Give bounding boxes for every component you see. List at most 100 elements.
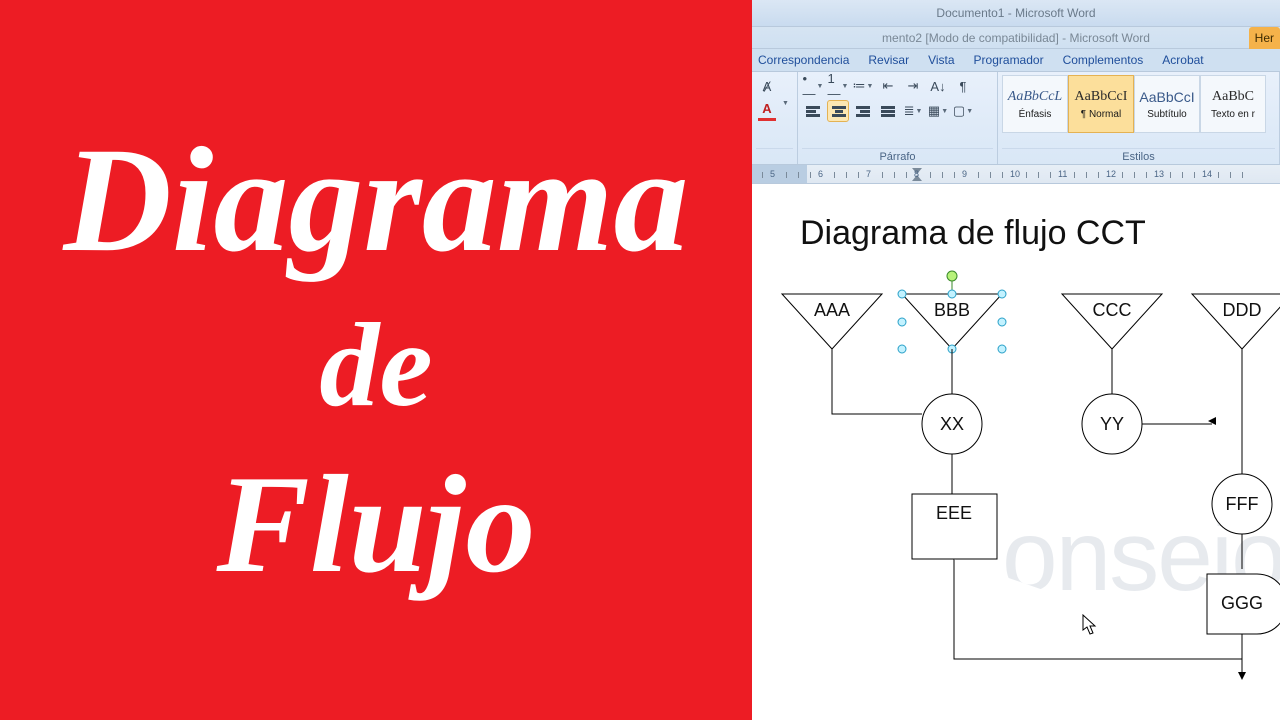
svg-text:DDD: DDD (1223, 300, 1262, 320)
borders-button[interactable]: ▢▼ (952, 100, 974, 122)
sort-icon: A↓ (930, 79, 945, 94)
shape-fff[interactable]: FFF (1212, 474, 1272, 534)
dropdown-arrow-icon[interactable]: ▼ (782, 100, 789, 122)
connector[interactable] (954, 559, 1242, 659)
justify-icon (881, 105, 895, 118)
ruler-tick: 8 (914, 169, 919, 181)
borders-icon: ▢ (953, 103, 965, 119)
style-texto[interactable]: AaBbC Texto en r (1200, 75, 1266, 133)
arrowhead-icon (1238, 672, 1246, 680)
style-preview: AaBbCcI (1075, 89, 1128, 105)
resize-handle[interactable] (998, 290, 1006, 298)
style-name: Texto en r (1211, 109, 1255, 120)
title-line-2: de (319, 305, 432, 425)
style-name: Subtítulo (1147, 109, 1186, 120)
shading-button[interactable]: ▦▼ (927, 100, 949, 122)
style-enfasis[interactable]: AaBbCcL Énfasis (1002, 75, 1068, 133)
eraser-icon: Ⱥ (763, 79, 772, 94)
ruler-tick: 5 (770, 169, 775, 181)
shape-ddd[interactable]: DDD (1192, 294, 1280, 349)
resize-handle[interactable] (998, 345, 1006, 353)
font-color-button[interactable]: A (756, 100, 778, 122)
style-normal[interactable]: AaBbCcI ¶ Normal (1068, 75, 1134, 133)
shape-bbb-selected[interactable]: BBB (898, 271, 1006, 353)
tab-programador[interactable]: Programador (974, 49, 1044, 71)
font-color-swatch (758, 118, 776, 121)
svg-text:BBB: BBB (934, 300, 970, 320)
group-font-partial: Ⱥ A ▼ (752, 72, 798, 164)
resize-handle[interactable] (898, 345, 906, 353)
multilevel-icon: ≔ (853, 78, 866, 94)
shape-xx[interactable]: XX (922, 394, 982, 454)
pilcrow-icon: ¶ (960, 79, 967, 94)
document-page[interactable]: onsejoWe Diagrama de flujo CCT AAA BBB (752, 184, 1280, 720)
ruler-tick: 14 (1202, 169, 1212, 181)
line-spacing-icon: ≣ (904, 103, 915, 119)
title-line-1: Diagrama (63, 125, 688, 275)
align-left-button[interactable] (802, 100, 824, 122)
font-color-icon: A (762, 101, 771, 116)
tab-correspondencia[interactable]: Correspondencia (758, 49, 849, 71)
align-right-button[interactable] (852, 100, 874, 122)
group-styles-label: Estilos (1002, 148, 1275, 164)
indent-icon: ⇥ (908, 78, 919, 94)
svg-text:EEE: EEE (936, 503, 972, 523)
contextual-tab-tools[interactable]: Her (1249, 27, 1280, 49)
bullets-button[interactable]: •—▼ (802, 75, 824, 97)
title-2-text: mento2 [Modo de compatibilidad] - Micros… (882, 31, 1150, 45)
connector[interactable] (832, 349, 922, 414)
ruler-tick: 11 (1058, 169, 1067, 181)
clear-formatting-button[interactable]: Ⱥ (756, 75, 778, 97)
shape-ggg[interactable]: GGG (1207, 574, 1280, 634)
justify-button[interactable] (877, 100, 899, 122)
indent-button[interactable]: ⇥ (902, 75, 924, 97)
document-heading[interactable]: Diagrama de flujo CCT (800, 214, 1280, 253)
horizontal-ruler[interactable]: 4567891011121314 (752, 164, 1280, 184)
group-paragraph: •—▼ 1—▼ ≔▼ ⇤ ⇥ A↓ ¶ ≣▼ ▦▼ (798, 72, 998, 164)
rotate-handle[interactable] (947, 271, 957, 281)
show-marks-button[interactable]: ¶ (952, 75, 974, 97)
tab-revisar[interactable]: Revisar (868, 49, 909, 71)
ruler-tick: 12 (1106, 169, 1116, 181)
resize-handle[interactable] (898, 290, 906, 298)
shape-aaa[interactable]: AAA (782, 294, 882, 349)
style-preview: AaBbCcL (1008, 89, 1062, 105)
outdent-button[interactable]: ⇤ (877, 75, 899, 97)
word-window: Documento1 - Microsoft Word mento2 [Modo… (752, 0, 1280, 720)
ruler-tick: 6 (818, 169, 823, 181)
align-left-icon (806, 105, 820, 118)
svg-text:FFF: FFF (1226, 494, 1259, 514)
resize-handle[interactable] (948, 290, 956, 298)
group-styles: AaBbCcL Énfasis AaBbCcI ¶ Normal AaBbCcI… (998, 72, 1280, 164)
svg-text:XX: XX (940, 414, 964, 434)
shape-ccc[interactable]: CCC (1062, 294, 1162, 349)
title-line-3: Flujo (216, 455, 535, 595)
svg-text:AAA: AAA (814, 300, 850, 320)
shape-yy[interactable]: YY (1082, 394, 1142, 454)
svg-text:YY: YY (1100, 414, 1124, 434)
bullets-icon: •— (803, 71, 816, 101)
resize-handle[interactable] (898, 318, 906, 326)
align-center-icon (831, 105, 846, 118)
tab-vista[interactable]: Vista (928, 49, 954, 71)
outdent-icon: ⇤ (883, 78, 894, 94)
style-name: Énfasis (1019, 109, 1052, 120)
ruler-tick: 10 (1010, 169, 1020, 181)
shape-eee[interactable]: EEE (912, 494, 997, 559)
style-preview: AaBbCcI (1139, 89, 1194, 105)
multilevel-button[interactable]: ≔▼ (852, 75, 874, 97)
align-center-button[interactable] (827, 100, 849, 122)
line-spacing-button[interactable]: ≣▼ (902, 100, 924, 122)
window-titlebar-1: Documento1 - Microsoft Word (752, 0, 1280, 27)
numbering-button[interactable]: 1—▼ (827, 75, 849, 97)
style-subtitulo[interactable]: AaBbCcI Subtítulo (1134, 75, 1200, 133)
tab-acrobat[interactable]: Acrobat (1162, 49, 1203, 71)
sort-button[interactable]: A↓ (927, 75, 949, 97)
style-preview: AaBbC (1212, 89, 1254, 105)
ribbon-tabs: Correspondencia Revisar Vista Programado… (752, 49, 1280, 72)
resize-handle[interactable] (998, 318, 1006, 326)
svg-text:GGG: GGG (1221, 593, 1263, 613)
svg-text:CCC: CCC (1093, 300, 1132, 320)
tab-complementos[interactable]: Complementos (1063, 49, 1144, 71)
flowchart-canvas[interactable]: AAA BBB (772, 294, 1280, 720)
